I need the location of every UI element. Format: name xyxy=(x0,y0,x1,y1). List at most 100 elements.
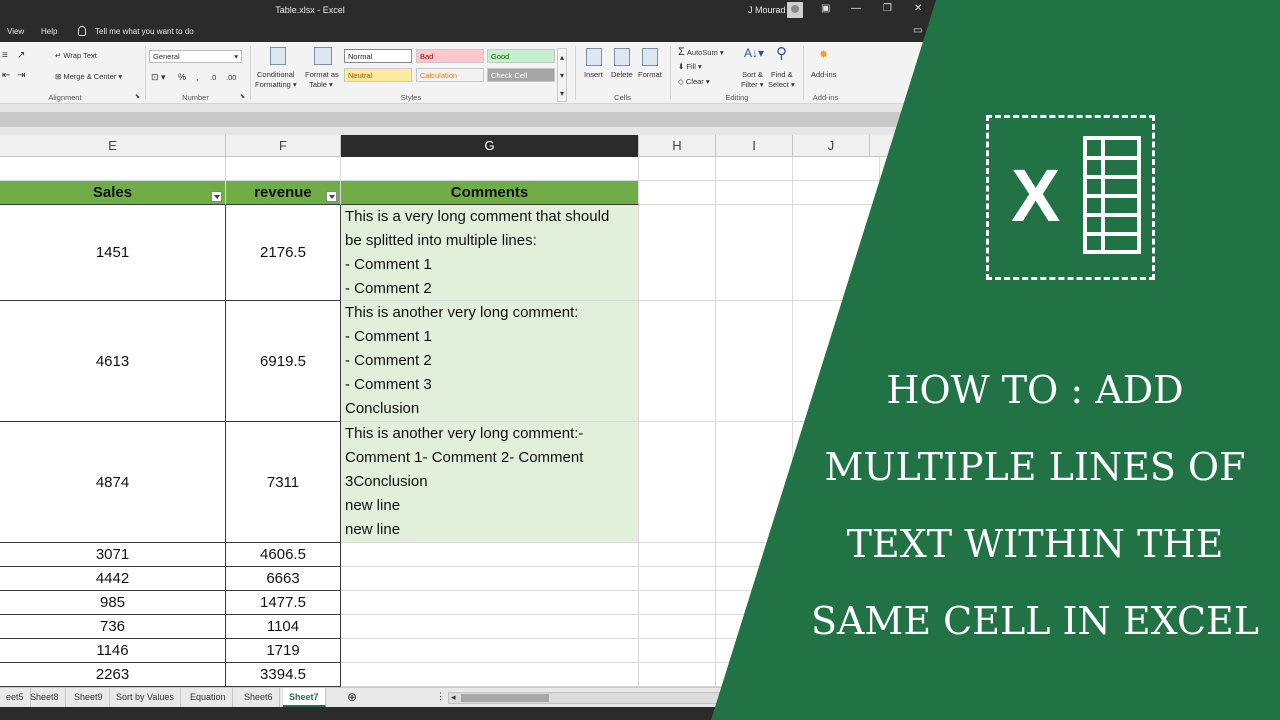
empty-cell[interactable] xyxy=(716,543,793,567)
sheet-tab-sheet6[interactable]: Sheet6 xyxy=(238,688,280,707)
empty-cell[interactable] xyxy=(793,205,880,301)
empty-cell[interactable] xyxy=(716,205,793,301)
header-cell-comments[interactable]: Comments xyxy=(341,181,639,205)
cell-style-calculation[interactable]: Calculation xyxy=(416,68,484,82)
orientation-icon[interactable]: ↗ xyxy=(17,50,25,61)
comment-icon[interactable]: ▭ xyxy=(913,25,922,36)
column-header-f[interactable]: F xyxy=(226,135,341,157)
table-cell-comment[interactable]: This is another very long comment: - Comm… xyxy=(341,301,639,422)
column-header-g[interactable]: G xyxy=(341,135,639,157)
empty-cell[interactable] xyxy=(793,157,880,181)
cell-style-neutral[interactable]: Neutral xyxy=(344,68,412,82)
close-icon[interactable]: ✕ xyxy=(914,3,922,14)
minimize-icon[interactable]: — xyxy=(851,3,861,14)
table-cell-comment[interactable] xyxy=(341,543,639,567)
tab-split-handle[interactable]: ⋮ xyxy=(436,691,445,702)
table-cell-comment[interactable] xyxy=(341,663,639,687)
increase-decimal-icon[interactable]: .0 xyxy=(210,73,216,82)
autosum-button[interactable]: Σ AutoSum ▾ xyxy=(678,46,724,58)
empty-cell[interactable] xyxy=(793,663,880,687)
column-header-j[interactable]: J xyxy=(793,135,870,157)
table-cell-comment[interactable] xyxy=(341,567,639,591)
wrap-text-button[interactable]: ↵ Wrap Text xyxy=(55,51,97,60)
empty-cell[interactable] xyxy=(639,639,716,663)
empty-cell[interactable] xyxy=(716,301,793,422)
empty-cell[interactable] xyxy=(639,543,716,567)
user-name[interactable]: J Mourad xyxy=(748,5,786,15)
table-cell-comment[interactable] xyxy=(341,615,639,639)
restore-icon[interactable]: ❐ xyxy=(883,3,892,14)
table-cell-sales[interactable]: 4442 xyxy=(0,567,226,591)
empty-cell[interactable] xyxy=(226,157,341,181)
table-cell-sales[interactable]: 2263 xyxy=(0,663,226,687)
header-cell-sales[interactable]: Sales xyxy=(0,181,226,205)
tab-help[interactable]: Help xyxy=(41,27,57,36)
ribbon-display-options-icon[interactable]: ▣ xyxy=(821,3,830,14)
empty-cell[interactable] xyxy=(716,422,793,543)
empty-cell[interactable] xyxy=(639,205,716,301)
number-launcher-icon[interactable]: ⬊ xyxy=(240,93,245,100)
empty-cell[interactable] xyxy=(639,567,716,591)
table-cell-sales[interactable]: 3071 xyxy=(0,543,226,567)
avatar[interactable] xyxy=(787,2,803,18)
empty-cell[interactable] xyxy=(639,422,716,543)
filter-dropdown-icon[interactable] xyxy=(326,191,337,202)
table-cell-revenue[interactable]: 1104 xyxy=(226,615,341,639)
empty-cell[interactable] xyxy=(341,157,639,181)
column-header-i[interactable]: I xyxy=(716,135,793,157)
filter-dropdown-icon[interactable] xyxy=(211,191,222,202)
table-cell-revenue[interactable]: 1719 xyxy=(226,639,341,663)
table-cell-sales[interactable]: 4874 xyxy=(0,422,226,543)
table-cell-revenue[interactable]: 6919.5 xyxy=(226,301,341,422)
table-cell-revenue[interactable]: 7311 xyxy=(226,422,341,543)
add-sheet-icon[interactable]: ⊕ xyxy=(347,690,357,704)
scrollbar-thumb[interactable] xyxy=(461,694,549,702)
column-header-e[interactable]: E xyxy=(0,135,226,157)
sheet-tab-sheet7[interactable]: Sheet7 xyxy=(283,688,326,707)
table-cell-revenue[interactable]: 3394.5 xyxy=(226,663,341,687)
table-cell-revenue[interactable]: 1477.5 xyxy=(226,591,341,615)
table-cell-comment[interactable] xyxy=(341,639,639,663)
table-cell-sales[interactable]: 1146 xyxy=(0,639,226,663)
empty-cell[interactable] xyxy=(716,615,793,639)
empty-cell[interactable] xyxy=(716,181,793,205)
empty-cell[interactable] xyxy=(793,181,880,205)
header-cell-revenue[interactable]: revenue xyxy=(226,181,341,205)
comma-style-button[interactable]: , xyxy=(196,72,199,82)
table-cell-comment[interactable] xyxy=(341,591,639,615)
table-cell-revenue[interactable]: 4606.5 xyxy=(226,543,341,567)
tab-view[interactable]: View xyxy=(7,27,24,36)
sheet-tab-sheet9[interactable]: Sheet9 xyxy=(68,688,110,707)
scroll-left-icon[interactable]: ◂ xyxy=(451,692,456,703)
empty-cell[interactable] xyxy=(639,615,716,639)
sheet-tab-sort-by-values[interactable]: Sort by Values xyxy=(110,688,181,707)
percent-style-button[interactable]: % xyxy=(178,72,186,82)
accounting-format-icon[interactable]: ⊡ ▾ xyxy=(151,72,166,83)
empty-cell[interactable] xyxy=(639,181,716,205)
horizontal-scrollbar[interactable]: ◂ xyxy=(448,692,720,704)
column-header-h[interactable]: H xyxy=(639,135,716,157)
table-cell-comment[interactable]: This is a very long comment that should b… xyxy=(341,205,639,301)
empty-cell[interactable] xyxy=(0,157,226,181)
empty-cell[interactable] xyxy=(639,591,716,615)
table-cell-revenue[interactable]: 6663 xyxy=(226,567,341,591)
cell-style-bad[interactable]: Bad xyxy=(416,49,484,63)
empty-cell[interactable] xyxy=(716,157,793,181)
cell-style-check-cell[interactable]: Check Cell xyxy=(487,68,555,82)
table-cell-comment[interactable]: This is another very long comment:- Comme… xyxy=(341,422,639,543)
indent-icon[interactable]: ⇤ xyxy=(2,70,10,81)
sheet-tab-equation[interactable]: Equation xyxy=(184,688,233,707)
cell-style-good[interactable]: Good xyxy=(487,49,555,63)
number-format-select[interactable]: General ▾ xyxy=(149,50,242,63)
decrease-decimal-icon[interactable]: .00 xyxy=(226,73,236,82)
empty-cell[interactable] xyxy=(716,639,793,663)
alignment-launcher-icon[interactable]: ⬊ xyxy=(135,93,140,100)
tell-me-search[interactable]: Tell me what you want to do xyxy=(95,27,194,36)
table-cell-revenue[interactable]: 2176.5 xyxy=(226,205,341,301)
table-cell-sales[interactable]: 985 xyxy=(0,591,226,615)
empty-cell[interactable] xyxy=(639,301,716,422)
table-cell-sales[interactable]: 4613 xyxy=(0,301,226,422)
empty-cell[interactable] xyxy=(716,663,793,687)
merge-center-button[interactable]: ⊞ Merge & Center ▾ xyxy=(55,72,122,81)
align-icon[interactable]: ≡ xyxy=(2,50,8,61)
